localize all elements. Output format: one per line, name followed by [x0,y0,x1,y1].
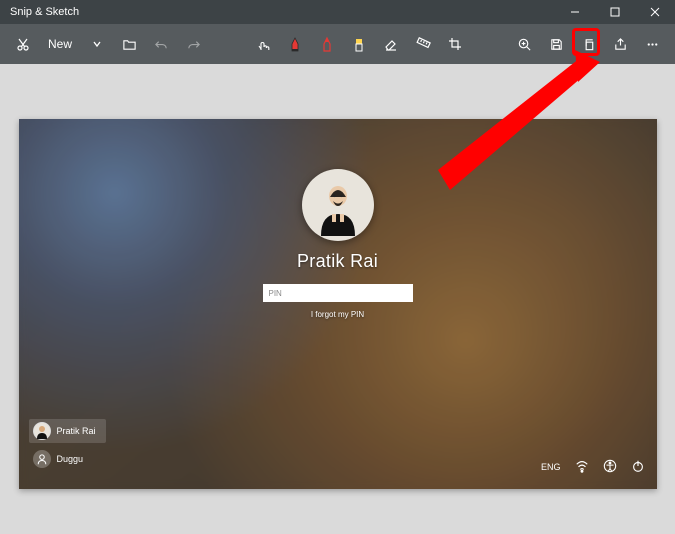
highlighter-button[interactable] [344,29,374,59]
redo-button[interactable] [178,29,208,59]
language-indicator[interactable]: ENG [541,462,561,472]
avatar-icon [33,422,51,440]
pin-input[interactable]: PIN [263,284,413,302]
annotation-arrow [430,50,600,210]
snip-mode-button[interactable] [8,29,38,59]
eraser-button[interactable] [376,29,406,59]
power-icon[interactable] [631,459,645,475]
accessibility-icon[interactable] [603,459,617,475]
username-label: Pratik Rai [297,251,378,272]
user-list: Pratik Rai Duggu [29,419,106,471]
titlebar: Snip & Sketch [0,0,675,24]
undo-button[interactable] [146,29,176,59]
touch-writing-button[interactable] [248,29,278,59]
minimize-button[interactable] [555,0,595,24]
more-button[interactable] [637,29,667,59]
close-button[interactable] [635,0,675,24]
lockscreen-center: Pratik Rai PIN I forgot my PIN [263,169,413,319]
user-name: Pratik Rai [57,426,96,436]
app-title: Snip & Sketch [10,6,79,18]
open-file-button[interactable] [114,29,144,59]
user-list-item[interactable]: Duggu [29,447,106,471]
avatar-icon [33,450,51,468]
lockscreen-bottom-right: ENG [541,459,645,475]
maximize-button[interactable] [595,0,635,24]
ballpoint-pen-button[interactable] [280,29,310,59]
forgot-pin-link[interactable]: I forgot my PIN [311,310,364,319]
user-avatar [302,169,374,241]
user-list-item-selected[interactable]: Pratik Rai [29,419,106,443]
new-snip-dropdown[interactable] [82,29,112,59]
share-button[interactable] [605,29,635,59]
user-name: Duggu [57,454,84,464]
new-snip-button[interactable]: New [40,29,80,59]
network-icon[interactable] [575,459,589,475]
pin-placeholder: PIN [269,289,282,298]
pencil-button[interactable] [312,29,342,59]
new-label: New [48,37,72,51]
